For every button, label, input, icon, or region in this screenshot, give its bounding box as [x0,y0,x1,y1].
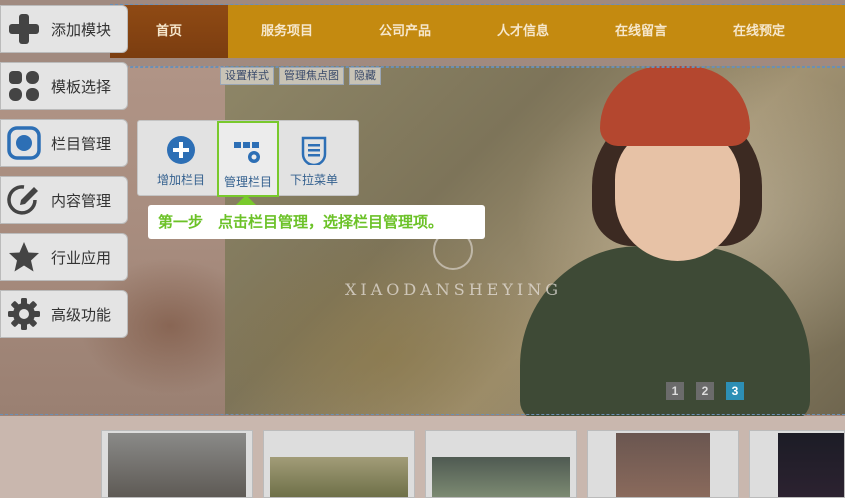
sidebar-item-add-module[interactable]: 添加模块 [0,5,128,53]
step-tip: 第一步 点击栏目管理，选择栏目管理项。 [148,205,485,239]
manage-columns-icon [233,137,263,167]
column-icon [1,120,47,166]
sidebar-item-industry-app[interactable]: 行业应用 [0,233,128,281]
plus-icon [1,6,47,52]
sidebar-item-label: 栏目管理 [51,134,112,153]
sidebar-item-template-select[interactable]: 模板选择 [0,62,128,110]
thumbnail-image [108,433,246,497]
grid-icon [1,63,47,109]
sidebar-item-label: 高级功能 [51,305,112,324]
submenu-dropdown-menu[interactable]: 下拉菜单 [283,121,345,197]
edit-icon [1,177,47,223]
tip-pointer [236,195,256,205]
sidebar-item-advanced[interactable]: 高级功能 [0,290,128,338]
manage-focus-image-button[interactable]: 管理焦点图 [279,67,344,85]
thumbnail-image [270,457,408,497]
thumbnail-item[interactable] [425,430,577,498]
hide-button[interactable]: 隐藏 [349,67,381,85]
hero-edit-toolbar: 设置样式 管理焦点图 隐藏 [220,67,381,85]
gear-icon [1,291,47,337]
thumbnail-item[interactable] [587,430,739,498]
set-style-button[interactable]: 设置样式 [220,67,274,85]
dropdown-menu-icon [299,135,329,165]
thumbnail-item[interactable] [263,430,415,498]
sidebar-item-column-manage[interactable]: 栏目管理 [0,119,128,167]
sidebar-item-label: 模板选择 [51,77,112,96]
sidebar-item-label: 添加模块 [51,20,112,39]
submenu-label: 管理栏目 [223,175,272,189]
thumbnail-image [778,433,844,497]
submenu-add-column[interactable]: 增加栏目 [150,121,212,197]
submenu-label: 增加栏目 [156,173,205,187]
column-manage-submenu: 增加栏目 管理栏目 下拉菜单 [137,120,359,197]
submenu-manage-columns[interactable]: 管理栏目 [217,121,279,197]
sidebar-item-label: 内容管理 [51,191,112,210]
star-icon [1,234,47,280]
nav-edit-frame [110,4,845,68]
sidebar-item-label: 行业应用 [51,248,112,267]
add-circle-icon [166,135,196,165]
submenu-label: 下拉菜单 [289,173,338,187]
sidebar-item-content-manage[interactable]: 内容管理 [0,176,128,224]
thumbnail-image [432,457,570,497]
thumbnail-item[interactable] [749,430,845,498]
thumbnail-image [616,433,710,497]
thumbnail-item[interactable] [101,430,253,498]
